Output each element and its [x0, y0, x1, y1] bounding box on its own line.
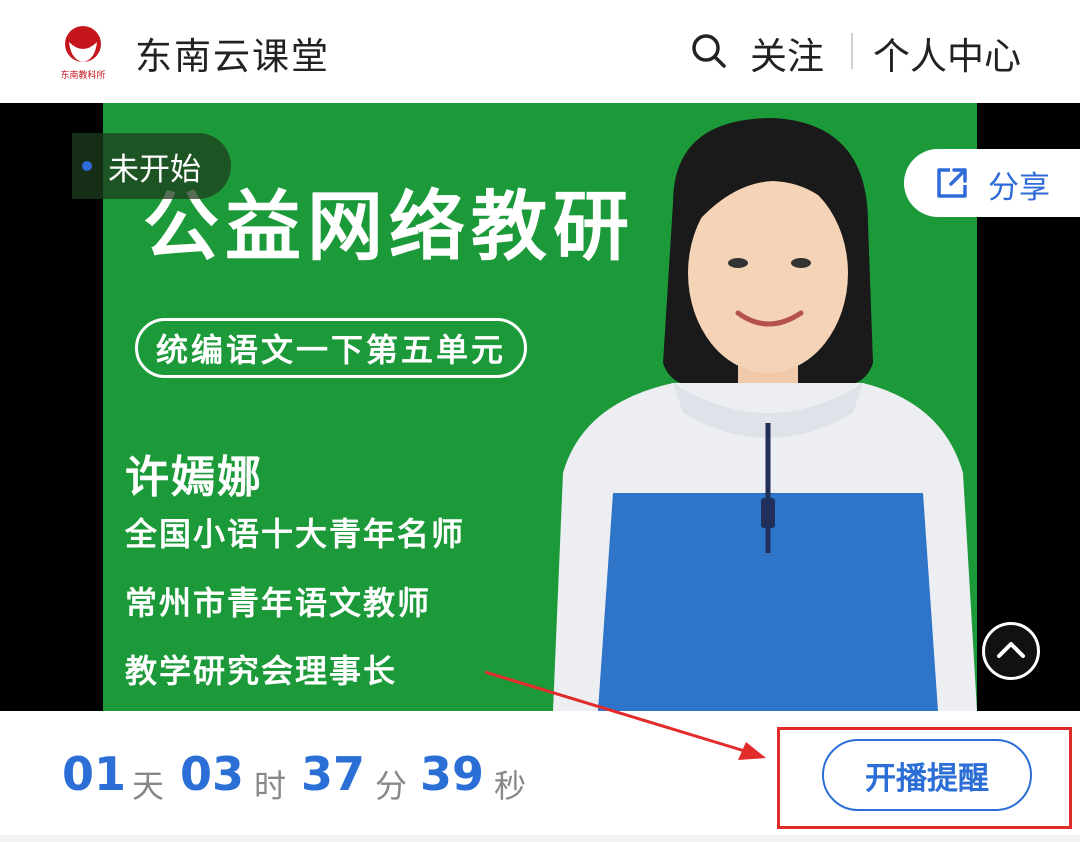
countdown-days: 01: [62, 747, 127, 801]
app-title: 东南云课堂: [135, 35, 330, 78]
countdown-hours-unit: 时: [254, 767, 287, 805]
search-icon[interactable]: [690, 32, 728, 70]
countdown-minutes: 37: [301, 747, 366, 801]
chevron-up-icon: [997, 642, 1025, 658]
svg-text:东南教科所: 东南教科所: [60, 69, 105, 81]
teacher-photo: [553, 118, 977, 711]
live-reminder-button[interactable]: 开播提醒: [822, 739, 1032, 811]
brand-logo: 东南教科所: [60, 26, 106, 81]
live-video-area[interactable]: 公益网络教研 统编语文一下第五单元 许嫣娜 全国小语十大青年名师 常州市青年语文…: [0, 103, 1080, 711]
countdown-bar: 01 天 03 时 37 分 39 秒 开播提醒: [0, 711, 1080, 835]
follow-button[interactable]: 关注: [750, 26, 824, 80]
poster-subtitle: 统编语文一下第五单元: [135, 318, 528, 378]
bottom-divider: [0, 835, 1080, 842]
live-status-badge: 未开始: [72, 133, 231, 199]
countdown-seconds-unit: 秒: [494, 767, 527, 805]
top-nav-bar: 东南教科所 东南云课堂 关注 个人中心: [0, 0, 1080, 103]
countdown-hours: 03: [180, 747, 245, 801]
teacher-credential: 教学研究会理事长: [125, 652, 398, 690]
header-divider: [851, 33, 853, 69]
collapse-button[interactable]: [982, 622, 1040, 680]
teacher-credential: 全国小语十大青年名师: [125, 515, 466, 553]
status-label: 未开始: [108, 151, 201, 188]
countdown-seconds: 39: [420, 747, 485, 801]
profile-center-link[interactable]: 个人中心: [873, 26, 1021, 80]
teacher-credential: 常州市青年语文教师: [125, 584, 432, 622]
countdown-days-unit: 天: [132, 767, 165, 805]
share-label: 分享: [988, 170, 1050, 206]
teacher-name: 许嫣娜: [125, 452, 263, 503]
countdown-minutes-unit: 分: [375, 767, 408, 805]
live-poster: 公益网络教研 统编语文一下第五单元 许嫣娜 全国小语十大青年名师 常州市青年语文…: [103, 103, 977, 711]
share-icon: [937, 168, 967, 198]
status-dot: [82, 161, 92, 171]
share-button[interactable]: 分享: [904, 149, 1080, 217]
